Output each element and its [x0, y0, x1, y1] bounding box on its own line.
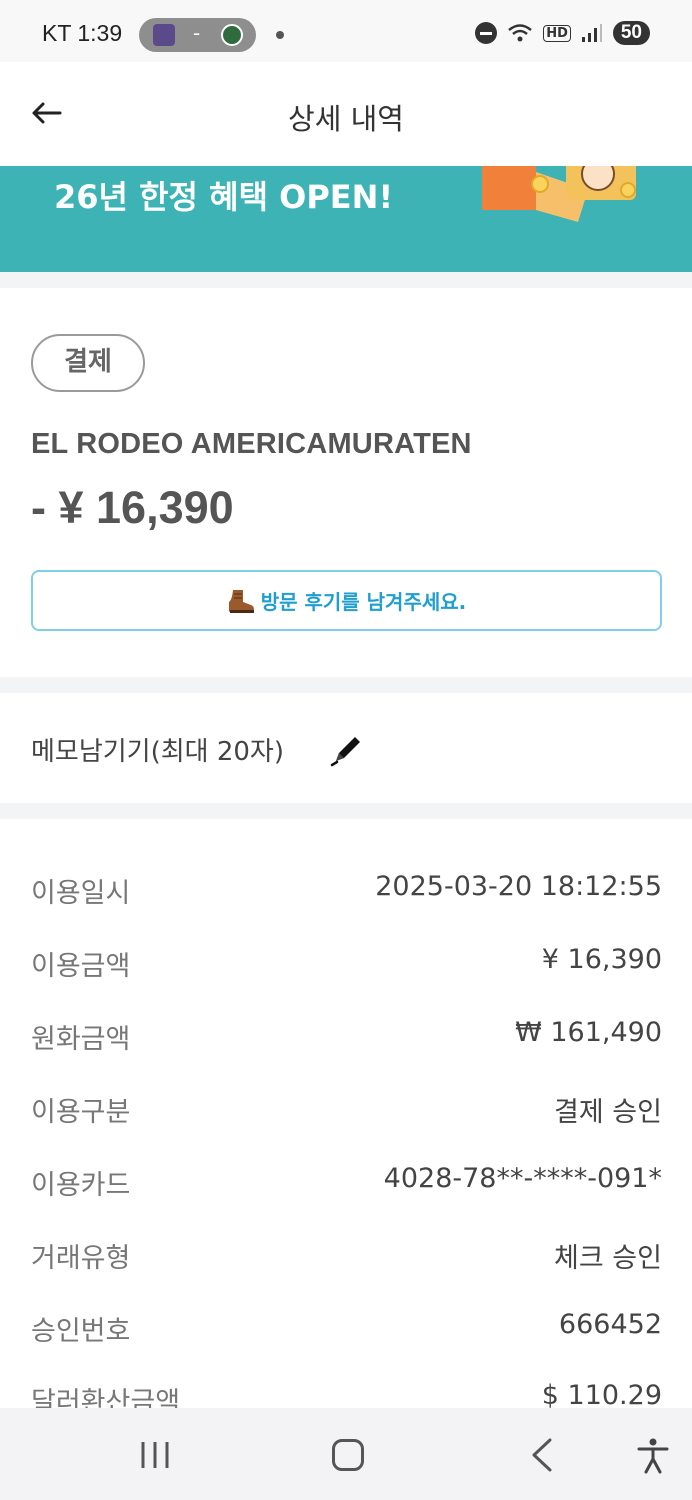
section-divider [0, 803, 692, 819]
detail-label: 승인번호 [31, 1316, 131, 1347]
memo-row[interactable]: 메모남기기(최대 20자) [0, 693, 692, 803]
score-dash: - [193, 21, 201, 45]
transaction-type-badge: 결제 [31, 334, 145, 392]
detail-label: 이용금액 [31, 951, 131, 982]
boot-icon [228, 589, 254, 613]
detail-value: ¥ 16,390 [541, 944, 662, 975]
detail-value: $ 110.29 [541, 1380, 662, 1408]
notification-dot-icon [276, 31, 284, 39]
hd-voice-icon: HD [543, 24, 571, 42]
recent-apps-icon[interactable] [138, 1440, 172, 1470]
detail-row-approval-number: 승인번호 666452 [31, 1309, 662, 1349]
banner-text: 26년 한정 혜택 OPEN! [54, 178, 394, 216]
payment-summary: 결제 EL RODEO AMERICAMURATEN - ¥ 16,390 방문… [0, 288, 692, 677]
detail-label: 이용일시 [31, 878, 131, 909]
signal-icon [581, 24, 602, 42]
transaction-details: 이용일시 2025-03-20 18:12:55 이용금액 ¥ 16,390 원… [0, 819, 692, 1408]
section-divider [0, 272, 692, 288]
detail-label: 거래유형 [31, 1243, 131, 1274]
accessibility-icon[interactable] [636, 1438, 670, 1474]
page-title: 상세 내역 [288, 102, 404, 136]
detail-value: 결제 승인 [554, 1097, 662, 1128]
leave-review-button[interactable]: 방문 후기를 남겨주세요. [31, 570, 662, 631]
banner-illustration-icon [482, 166, 636, 222]
detail-label: 달러환산금액 [31, 1387, 181, 1408]
nav-back-icon[interactable] [530, 1438, 554, 1472]
detail-row-amount: 이용금액 ¥ 16,390 [31, 944, 662, 984]
detail-label: 이용구분 [31, 1097, 131, 1128]
detail-row-krw-amount: 원화금액 ₩ 161,490 [31, 1017, 662, 1057]
review-button-label: 방문 후기를 남겨주세요. [260, 590, 467, 614]
promo-banner[interactable]: 26년 한정 혜택 OPEN! [0, 166, 692, 272]
do-not-disturb-icon [475, 22, 498, 44]
team-logo-icon [221, 24, 243, 46]
detail-row-card: 이용카드 4028-78**-****-091* [31, 1163, 662, 1203]
detail-label: 원화금액 [31, 1024, 131, 1055]
payment-amount: - ¥ 16,390 [31, 482, 234, 533]
merchant-name: EL RODEO AMERICAMURATEN [31, 428, 472, 460]
detail-value: 체크 승인 [554, 1243, 662, 1274]
system-nav-bar [0, 1408, 692, 1500]
detail-value: 666452 [558, 1309, 662, 1340]
wifi-icon [508, 24, 532, 42]
detail-value: 4028-78**-****-091* [383, 1163, 662, 1194]
section-divider [0, 677, 692, 693]
carrier-time: KT 1:39 [42, 20, 123, 46]
detail-value: 2025-03-20 18:12:55 [375, 871, 662, 902]
detail-row-trade-type: 거래유형 체크 승인 [31, 1236, 662, 1276]
detail-label: 이용카드 [31, 1170, 131, 1201]
detail-row-datetime: 이용일시 2025-03-20 18:12:55 [31, 871, 662, 911]
home-icon[interactable] [332, 1439, 364, 1471]
app-header: 상세 내역 [0, 62, 692, 166]
detail-row-usd-amount: 달러환산금액 $ 110.29 [31, 1380, 662, 1408]
status-icons: HD 50 [475, 21, 650, 45]
memo-label: 메모남기기(최대 20자) [31, 737, 284, 767]
team-logo-icon [153, 24, 175, 46]
detail-row-type: 이용구분 결제 승인 [31, 1090, 662, 1130]
battery-level: 50 [612, 21, 650, 45]
detail-value: ₩ 161,490 [515, 1017, 662, 1048]
live-score-pill[interactable]: - [139, 18, 256, 52]
pencil-icon[interactable] [328, 731, 366, 769]
status-bar: KT 1:39 - HD 50 [0, 0, 692, 62]
